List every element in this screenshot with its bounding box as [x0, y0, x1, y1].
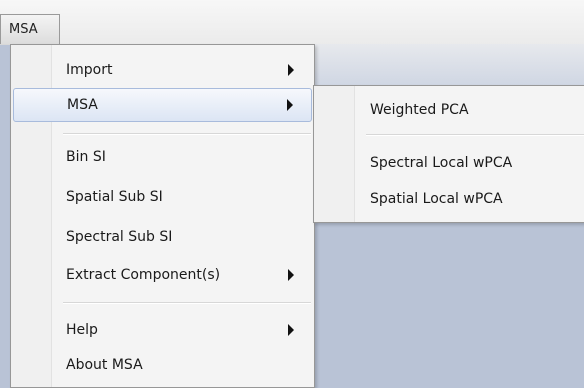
menu-separator [63, 133, 311, 135]
submenu-separator [366, 134, 584, 136]
submenu-arrow-icon [288, 269, 294, 281]
menu-item-help[interactable]: Help [13, 313, 312, 347]
menu-bar-item-msa[interactable]: MSA [0, 14, 60, 44]
menu-item-spatial-sub-si[interactable]: Spatial Sub SI [13, 180, 312, 214]
menu-item-label: About MSA [66, 357, 143, 373]
menu-item-label: Help [66, 322, 98, 338]
menu-item-bin-si[interactable]: Bin SI [13, 140, 312, 174]
submenu-item-label: Spectral Local wPCA [370, 155, 513, 171]
menu-item-extract-components[interactable]: Extract Component(s) [13, 258, 312, 292]
menu-item-about-msa[interactable]: About MSA [13, 348, 312, 382]
menu-separator [63, 302, 311, 304]
submenu-arrow-icon [287, 99, 293, 111]
menu-bar: MSA [0, 0, 584, 45]
menu-item-msa[interactable]: MSA [13, 88, 312, 122]
menu-item-label: Spatial Sub SI [66, 189, 163, 205]
submenu-arrow-icon [288, 64, 294, 76]
menu-item-label: Extract Component(s) [66, 267, 221, 283]
submenu-item-spectral-local-wpca[interactable]: Spectral Local wPCA [316, 146, 584, 180]
submenu-item-label: Weighted PCA [370, 102, 469, 118]
msa-submenu: Weighted PCA Spectral Local wPCA Spatial… [313, 85, 584, 223]
menu-item-import[interactable]: Import [13, 53, 312, 87]
submenu-item-weighted-pca[interactable]: Weighted PCA [316, 93, 584, 127]
submenu-item-spatial-local-wpca[interactable]: Spatial Local wPCA [316, 182, 584, 216]
menu-item-label: Bin SI [66, 149, 106, 165]
menu-item-spectral-sub-si[interactable]: Spectral Sub SI [13, 220, 312, 254]
menu-item-label: Import [66, 62, 113, 78]
menu-item-label: MSA [67, 97, 98, 113]
menu-item-label: Spectral Sub SI [66, 229, 173, 245]
submenu-item-label: Spatial Local wPCA [370, 191, 503, 207]
msa-dropdown-menu: Import MSA Bin SI Spatial Sub SI Spectra… [10, 44, 315, 388]
submenu-arrow-icon [288, 324, 294, 336]
